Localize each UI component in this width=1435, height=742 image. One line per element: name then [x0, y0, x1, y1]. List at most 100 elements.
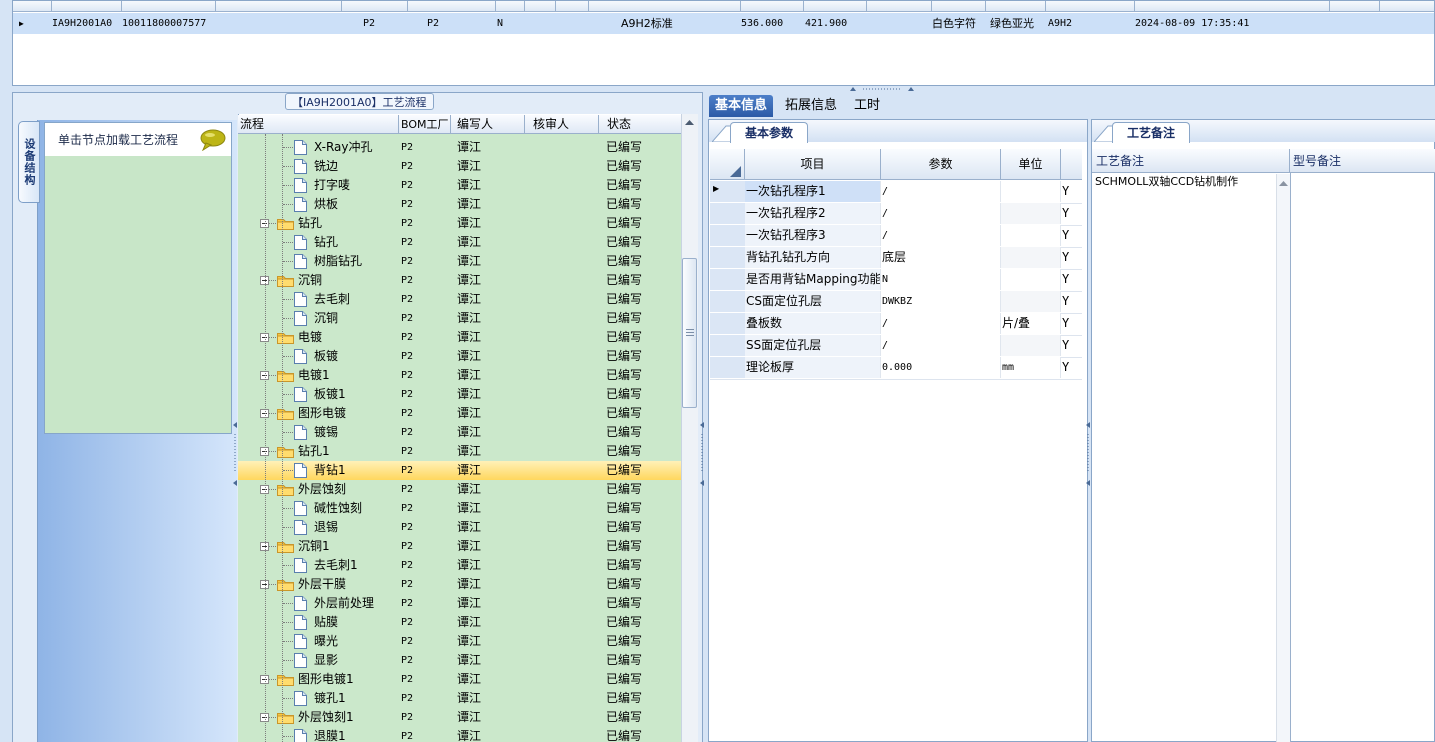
tree-row-group[interactable]: 电镀 P2 谭江 已编写 [238, 328, 681, 347]
row-indicator[interactable] [710, 291, 746, 312]
param-row[interactable]: 背钻孔钻孔方向 底层 Y [710, 247, 1082, 270]
param-flag-cell[interactable]: Y [1061, 203, 1082, 224]
tree-row-step[interactable]: 沉铜 P2 谭江 已编写 [238, 309, 681, 328]
param-row[interactable]: 理论板厚 0.000 mm Y [710, 357, 1082, 380]
note-scrollbar[interactable] [1276, 174, 1290, 742]
tree-row-step[interactable]: 树脂钻孔 P2 谭江 已编写 [238, 252, 681, 271]
param-flag-cell[interactable]: Y [1061, 247, 1082, 268]
col-header-author[interactable]: 编写人 [451, 115, 525, 134]
model-cell[interactable]: A9H2 [1048, 13, 1072, 34]
param-item-cell[interactable]: 背钻孔钻孔方向 [745, 247, 881, 268]
scroll-up-icon[interactable] [1279, 180, 1288, 187]
param-value-cell[interactable]: / [881, 181, 1001, 202]
tree-row-step[interactable]: 外层前处理 P2 谭江 已编写 [238, 594, 681, 613]
col-header-model-note[interactable]: 型号备注 [1290, 149, 1435, 173]
col-header-value[interactable]: 参数 [881, 149, 1001, 180]
tree-row-step[interactable]: 去毛刺1 P2 谭江 已编写 [238, 556, 681, 575]
tree-row-step[interactable]: 碱性蚀刻 P2 谭江 已编写 [238, 499, 681, 518]
param-flag-cell[interactable]: Y [1061, 313, 1082, 334]
param-item-cell[interactable]: 理论板厚 [745, 357, 881, 378]
tree-row-group[interactable]: 外层蚀刻1 P2 谭江 已编写 [238, 708, 681, 727]
param-flag-cell[interactable]: Y [1061, 181, 1082, 202]
param-unit-cell[interactable]: 片/叠 [1001, 313, 1061, 334]
param-item-cell[interactable]: 一次钻孔程序2 [745, 203, 881, 224]
char-color-cell[interactable]: 白色字符 [932, 13, 976, 34]
tree-row-step[interactable]: 曝光 P2 谭江 已编写 [238, 632, 681, 651]
col-header-flow[interactable]: 流程 [238, 115, 399, 134]
param-value-cell[interactable]: / [881, 335, 1001, 356]
tab-work-hours[interactable]: 工时 [848, 95, 886, 117]
tree-row-group[interactable]: 沉铜1 P2 谭江 已编写 [238, 537, 681, 556]
param-unit-cell[interactable] [1001, 181, 1061, 202]
param-flag-cell[interactable]: Y [1061, 225, 1082, 246]
col-header-status[interactable]: 状态 [599, 115, 681, 134]
tree-row-step[interactable]: 退膜1 P2 谭江 已编写 [238, 727, 681, 742]
tree-row-step[interactable]: X-Ray冲孔 P2 谭江 已编写 [238, 138, 681, 157]
tree-row-group[interactable]: 外层干膜 P2 谭江 已编写 [238, 575, 681, 594]
row-indicator[interactable] [710, 269, 746, 290]
param-unit-cell[interactable] [1001, 269, 1061, 290]
scroll-up-icon[interactable] [685, 119, 694, 126]
row-indicator[interactable] [710, 247, 746, 268]
order-cell[interactable]: 421.900 [805, 13, 847, 34]
param-item-cell[interactable]: 是否用背钻Mapping功能 [745, 269, 881, 290]
tree-row-group[interactable]: 图形电镀 P2 谭江 已编写 [238, 404, 681, 423]
param-flag-cell[interactable]: Y [1061, 269, 1082, 290]
order-cell[interactable]: N [497, 13, 503, 34]
param-value-cell[interactable]: 底层 [881, 247, 1001, 268]
order-cell[interactable]: 536.000 [741, 13, 783, 34]
tree-row-step[interactable]: 烘板 P2 谭江 已编写 [238, 195, 681, 214]
tree-row-step[interactable]: 钻孔 P2 谭江 已编写 [238, 233, 681, 252]
param-flag-cell[interactable]: Y [1061, 291, 1082, 312]
param-row[interactable]: 叠板数 / 片/叠 Y [710, 313, 1082, 336]
param-unit-cell[interactable] [1001, 225, 1061, 246]
row-indicator[interactable] [710, 203, 746, 224]
tree-row-group[interactable]: 图形电镀1 P2 谭江 已编写 [238, 670, 681, 689]
row-indicator[interactable] [710, 335, 746, 356]
tree-row-step[interactable]: 板镀 P2 谭江 已编写 [238, 347, 681, 366]
param-value-cell[interactable]: 0.000 [881, 357, 1001, 378]
subtab-process-notes[interactable]: 工艺备注 [1112, 122, 1191, 143]
param-row[interactable]: CS面定位孔层 DWKBZ Y [710, 291, 1082, 314]
tree-row-step[interactable]: 去毛刺 P2 谭江 已编写 [238, 290, 681, 309]
subtab-basic-params[interactable]: 基本参数 [730, 122, 809, 143]
tree-row-step[interactable]: 板镀1 P2 谭江 已编写 [238, 385, 681, 404]
tree-row-step[interactable]: 背钻1 P2 谭江 已编写 [238, 461, 681, 480]
splitter-grip-icon[interactable] [1085, 420, 1091, 490]
param-value-cell[interactable]: / [881, 313, 1001, 334]
col-header-process-note[interactable]: 工艺备注 [1093, 149, 1290, 173]
param-value-cell[interactable]: DWKBZ [881, 291, 1001, 312]
order-id-cell[interactable]: IA9H2001A0 [52, 13, 112, 34]
param-row[interactable]: 一次钻孔程序3/ Y [710, 225, 1082, 248]
tree-row-group[interactable]: 电镀1 P2 谭江 已编写 [238, 366, 681, 385]
row-indicator[interactable]: ▶ [710, 181, 746, 202]
col-header-bom[interactable]: BOM工厂 [399, 115, 451, 134]
tree-row-group[interactable]: 外层蚀刻 P2 谭江 已编写 [238, 480, 681, 499]
param-value-cell[interactable]: N [881, 269, 1001, 290]
row-indicator[interactable] [710, 313, 746, 334]
tree-row-step[interactable]: 打字唛 P2 谭江 已编写 [238, 176, 681, 195]
param-unit-cell[interactable]: mm [1001, 357, 1061, 378]
tree-row-step[interactable]: 镀孔1 P2 谭江 已编写 [238, 689, 681, 708]
order-row-selected[interactable]: ▶ IA9H2001A0 10011800007577 P2 P2 N A9H2… [13, 13, 1434, 34]
param-row[interactable]: 一次钻孔程序2/ Y [710, 203, 1082, 226]
order-standard-cell[interactable]: A9H2标准 [621, 13, 673, 34]
col-header-reviewer[interactable]: 核审人 [525, 115, 599, 134]
tree-scroll-thumb[interactable] [682, 258, 697, 408]
mask-color-cell[interactable]: 绿色亚光 [990, 13, 1034, 34]
param-unit-cell[interactable] [1001, 203, 1061, 224]
tree-row-group[interactable]: 钻孔1 P2 谭江 已编写 [238, 442, 681, 461]
order-cell[interactable]: P2 [363, 13, 375, 34]
col-header-item[interactable]: 项目 [745, 149, 881, 180]
param-row[interactable]: 是否用背钻Mapping功能 N Y [710, 269, 1082, 292]
param-unit-cell[interactable] [1001, 247, 1061, 268]
param-unit-cell[interactable] [1001, 335, 1061, 356]
tab-extended-info[interactable]: 拓展信息 [779, 95, 843, 117]
process-note-text[interactable]: SCHMOLL双轴CCD钻机制作 [1095, 173, 1280, 193]
tree-scrollbar[interactable] [681, 114, 698, 742]
tree-row-step[interactable]: 铣边 P2 谭江 已编写 [238, 157, 681, 176]
tab-basic-info[interactable]: 基本信息 [709, 95, 774, 117]
tree-row-group[interactable]: 钻孔 P2 谭江 已编写 [238, 214, 681, 233]
param-row[interactable]: SS面定位孔层 / Y [710, 335, 1082, 358]
datetime-cell[interactable]: 2024-08-09 17:35:41 [1135, 13, 1249, 34]
